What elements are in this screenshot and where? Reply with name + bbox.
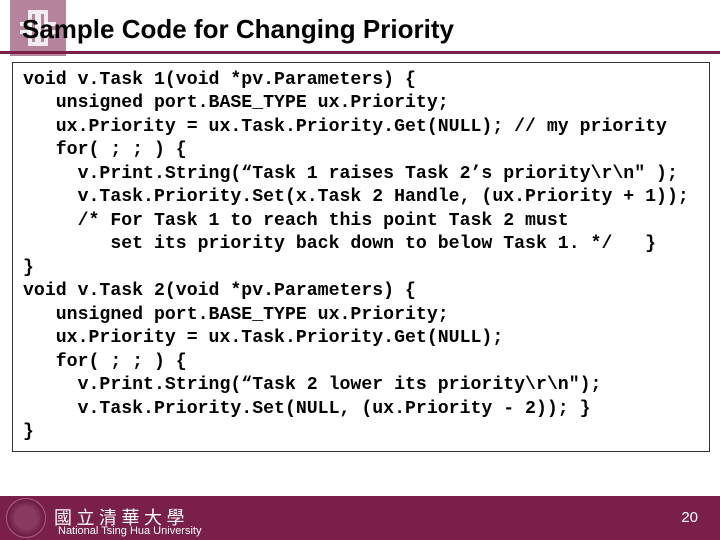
university-english-name: National Tsing Hua University <box>58 525 201 537</box>
code-block: void v.Task 1(void *pv.Parameters) { uns… <box>12 62 710 452</box>
slide-title: Sample Code for Changing Priority <box>0 0 720 51</box>
university-seal-icon <box>6 498 46 538</box>
title-underline <box>0 51 720 54</box>
footer-bar: 國 立 清 華 大 學 National Tsing Hua Universit… <box>0 496 720 540</box>
page-number: 20 <box>681 509 698 526</box>
